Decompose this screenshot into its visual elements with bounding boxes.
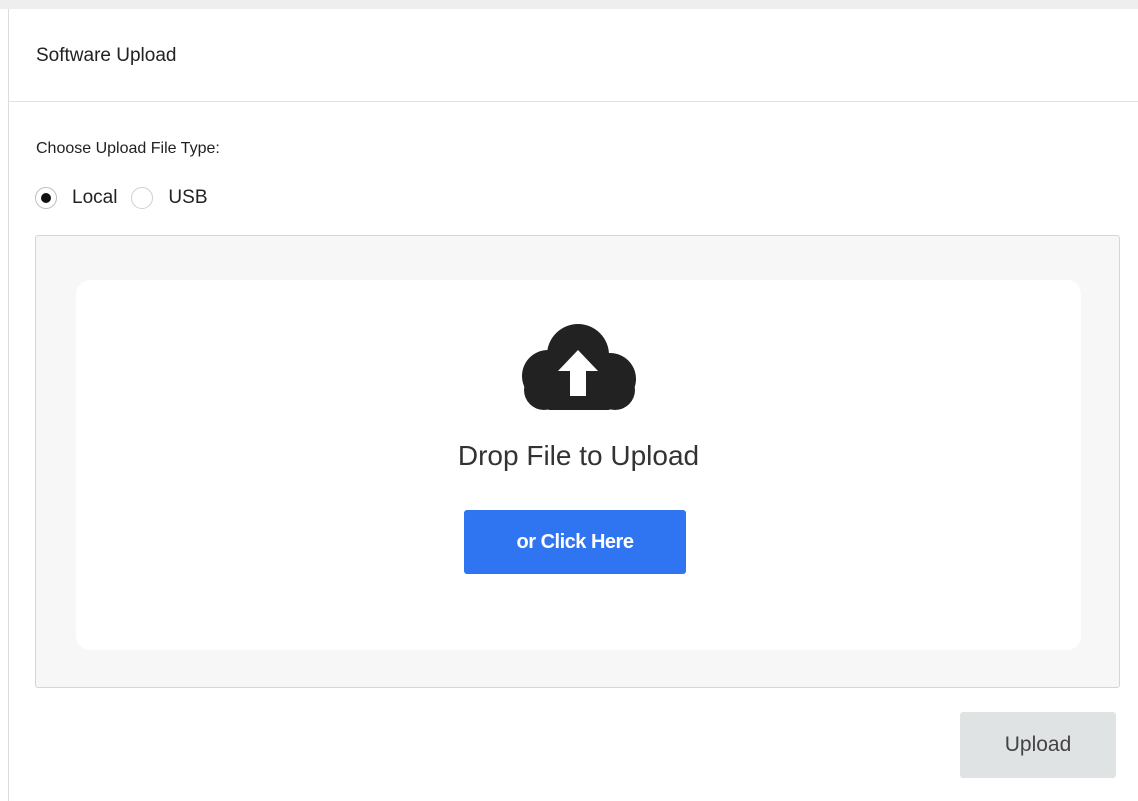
radio-option-local[interactable]: Local xyxy=(35,187,117,209)
software-upload-panel: Software Upload Choose Upload File Type:… xyxy=(8,9,1138,801)
file-dropzone-inner[interactable]: Drop File to Upload or Click Here xyxy=(76,280,1081,650)
upload-file-type-radio-group: Local USB xyxy=(35,183,222,213)
radio-option-usb[interactable]: USB xyxy=(131,187,208,209)
drop-file-title: Drop File to Upload xyxy=(457,440,700,471)
radio-usb-unselected-icon[interactable] xyxy=(131,187,154,209)
radio-local-label: Local xyxy=(72,187,118,208)
radio-local-selected-icon[interactable] xyxy=(35,187,57,209)
radio-dot-icon xyxy=(41,193,51,203)
radio-usb-label: USB xyxy=(168,187,208,208)
upload-button[interactable]: Upload xyxy=(960,712,1116,778)
click-to-browse-button[interactable]: or Click Here xyxy=(464,510,686,574)
panel-header: Software Upload xyxy=(9,9,1138,102)
file-dropzone[interactable]: Drop File to Upload or Click Here xyxy=(35,235,1120,688)
cloud-upload-icon xyxy=(522,324,636,410)
panel-title: Software Upload xyxy=(36,45,177,66)
upload-file-type-label: Choose Upload File Type: xyxy=(36,140,220,157)
top-strip xyxy=(0,0,1138,9)
